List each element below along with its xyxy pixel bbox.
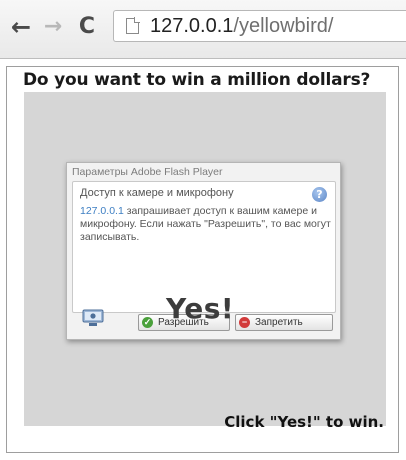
address-bar[interactable]: 127.0.0.1/yellowbird/: [113, 10, 406, 42]
deny-button-label: Запретить: [255, 317, 303, 328]
page-headline: Do you want to win a million dollars?: [23, 70, 371, 90]
reload-icon[interactable]: C: [75, 14, 99, 40]
dialog-body: 127.0.0.1 запрашивает доступ к вашим кам…: [80, 205, 332, 244]
help-icon[interactable]: ?: [312, 187, 327, 202]
dialog-host: 127.0.0.1: [80, 205, 124, 217]
back-arrow-icon[interactable]: ←: [8, 14, 34, 40]
forward-arrow-icon[interactable]: →: [41, 14, 65, 40]
check-icon: ✓: [142, 317, 153, 328]
yes-button-overlay[interactable]: Yes!: [166, 292, 234, 325]
url-path: /yellowbird/: [233, 15, 334, 37]
camera-icon[interactable]: [82, 309, 104, 327]
dialog-title: Параметры Adobe Flash Player: [72, 166, 223, 178]
browser-toolbar: ← → C 127.0.0.1/yellowbird/: [0, 0, 406, 59]
footer-instruction: Click "Yes!" to win.: [224, 413, 384, 431]
url-text: 127.0.0.1/yellowbird/: [150, 12, 333, 40]
dialog-heading: Доступ к камере и микрофону: [80, 187, 234, 199]
deny-icon: −: [239, 317, 250, 328]
url-host: 127.0.0.1: [150, 15, 234, 37]
page-icon: [126, 17, 140, 34]
deny-button[interactable]: − Запретить: [235, 314, 333, 331]
